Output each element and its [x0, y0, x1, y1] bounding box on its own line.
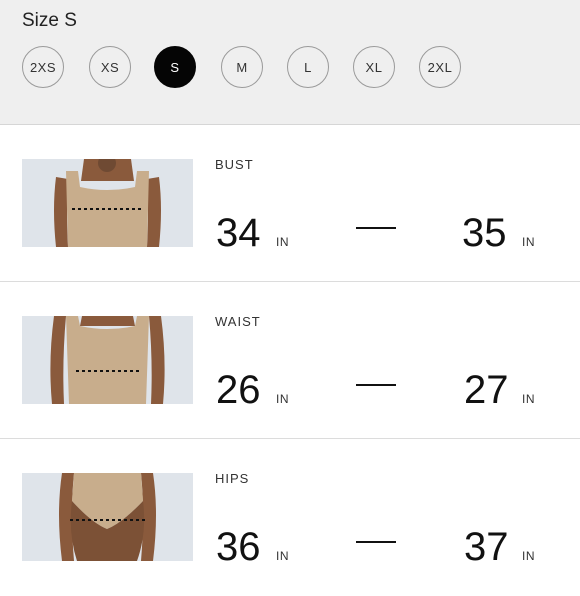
measurement-max-unit: IN [522, 392, 535, 406]
measurement-label: WAIST [215, 314, 261, 329]
measurement-max-unit: IN [522, 549, 535, 563]
size-option-m[interactable]: M [221, 46, 263, 88]
measurement-max: 37 [464, 525, 509, 569]
measurement-min-unit: IN [276, 235, 289, 249]
measurement-max: 27 [464, 368, 509, 412]
measurement-label: BUST [215, 157, 254, 172]
size-option-xl[interactable]: XL [353, 46, 395, 88]
range-dash [356, 227, 396, 229]
range-dash [356, 541, 396, 543]
size-title: Size S [22, 10, 77, 31]
size-option-l[interactable]: L [287, 46, 329, 88]
size-selector-panel: Size S 2XS XS S M L XL 2XL [0, 0, 580, 125]
size-option-2xs[interactable]: 2XS [22, 46, 64, 88]
measurement-min: 36 [216, 525, 261, 569]
measurement-min-unit: IN [276, 392, 289, 406]
measurement-min: 34 [216, 211, 261, 255]
measurement-hips: HIPS 36 IN 37 IN [0, 439, 580, 596]
waist-measurement-photo [22, 316, 193, 404]
hips-measurement-photo [22, 473, 193, 561]
size-option-2xl[interactable]: 2XL [419, 46, 461, 88]
measurement-label: HIPS [215, 471, 250, 486]
measurement-min: 26 [216, 368, 261, 412]
measurement-max-unit: IN [522, 235, 535, 249]
bust-measurement-photo [22, 159, 193, 247]
size-option-s[interactable]: S [154, 46, 196, 88]
range-dash [356, 384, 396, 386]
measurement-max: 35 [462, 211, 507, 255]
size-option-xs[interactable]: XS [89, 46, 131, 88]
measurement-waist: WAIST 26 IN 27 IN [0, 282, 580, 439]
measurement-min-unit: IN [276, 549, 289, 563]
measurement-bust: BUST 34 IN 35 IN [0, 125, 580, 282]
